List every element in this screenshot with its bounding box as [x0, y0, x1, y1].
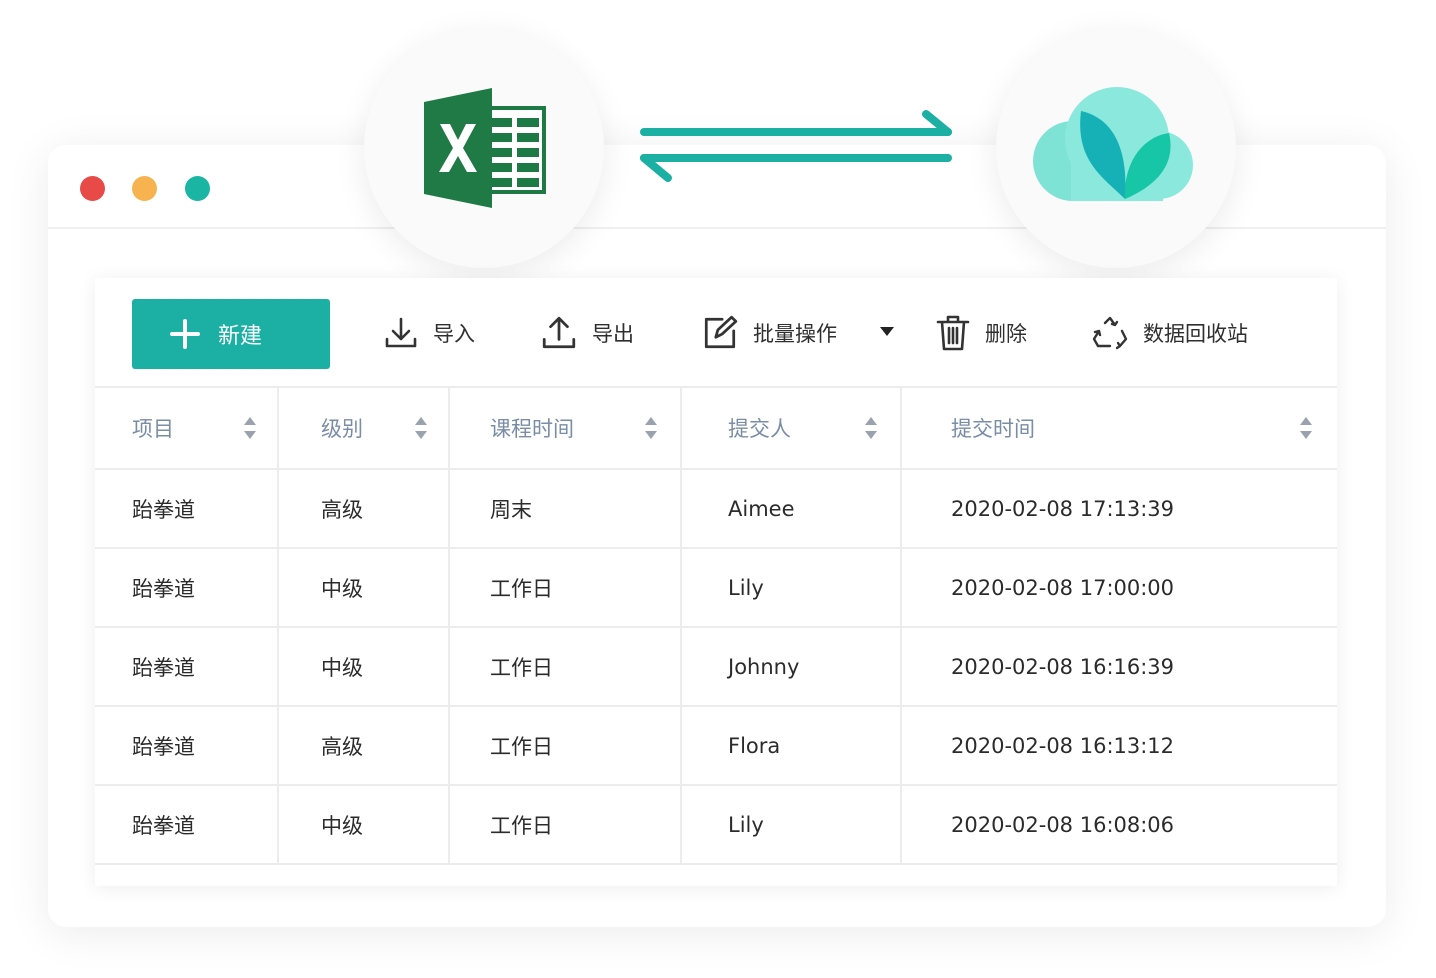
table-header-row: 项目 级别 课程时间 提交人 提交时间	[95, 388, 1337, 470]
sort-icon[interactable]	[414, 415, 428, 441]
data-panel: 新建 导入 导出 批量操作 删除 数据回收站 项目 级别 课程时间 提交人 提交…	[95, 278, 1337, 886]
edit-icon	[701, 314, 739, 352]
toolbar: 新建 导入 导出 批量操作 删除 数据回收站	[95, 278, 1337, 388]
column-header-label: 提交人	[728, 417, 791, 441]
records-table: 项目 级别 课程时间 提交人 提交时间 跆拳道 高级 周末 Aimee 2020…	[95, 388, 1337, 865]
close-window-dot[interactable]	[80, 176, 105, 201]
cell-course-time: 工作日	[449, 706, 682, 786]
cell-course-time: 工作日	[449, 627, 682, 707]
cell-submitter: Aimee	[681, 469, 902, 549]
column-header-project[interactable]: 项目	[95, 388, 279, 470]
table-row[interactable]: 跆拳道 中级 工作日 Lily 2020-02-08 17:00:00	[95, 548, 1337, 628]
cell-course-time: 周末	[449, 469, 682, 549]
cell-project: 跆拳道	[95, 706, 279, 786]
table-row[interactable]: 跆拳道 高级 周末 Aimee 2020-02-08 17:13:39	[95, 469, 1337, 549]
delete-label: 删除	[985, 322, 1027, 346]
column-header-submit-time[interactable]: 提交时间	[901, 388, 1337, 470]
cell-submitter: Johnny	[681, 627, 902, 707]
cell-project: 跆拳道	[95, 469, 279, 549]
trash-icon	[935, 314, 971, 352]
cell-submitter: Lily	[681, 785, 902, 865]
recycle-bin-button[interactable]: 数据回收站	[1091, 300, 1248, 366]
import-label: 导入	[433, 322, 475, 346]
recycle-icon	[1091, 315, 1129, 351]
column-header-course-time[interactable]: 课程时间	[449, 388, 682, 470]
plus-icon	[170, 319, 200, 349]
new-button[interactable]: 新建	[132, 299, 330, 369]
cell-submit-time: 2020-02-08 16:13:12	[901, 706, 1337, 786]
cell-submit-time: 2020-02-08 16:08:06	[901, 785, 1337, 865]
cloud-heart-logo-icon	[1033, 87, 1193, 201]
column-header-label: 课程时间	[490, 417, 574, 441]
export-label: 导出	[592, 322, 634, 346]
delete-button[interactable]: 删除	[935, 300, 1027, 366]
import-button[interactable]: 导入	[383, 300, 475, 366]
sync-arrows-icon	[640, 110, 952, 182]
column-header-label: 项目	[132, 417, 174, 441]
cell-submit-time: 2020-02-08 17:00:00	[901, 548, 1337, 628]
cell-course-time: 工作日	[449, 548, 682, 628]
cell-project: 跆拳道	[95, 627, 279, 707]
export-button[interactable]: 导出	[540, 300, 634, 366]
column-header-label: 级别	[321, 417, 363, 441]
caret-down-icon[interactable]	[879, 322, 895, 341]
download-icon	[383, 315, 419, 351]
cell-project: 跆拳道	[95, 785, 279, 865]
cell-level: 中级	[278, 785, 450, 865]
cell-project: 跆拳道	[95, 548, 279, 628]
sort-icon[interactable]	[644, 415, 658, 441]
cell-submit-time: 2020-02-08 16:16:39	[901, 627, 1337, 707]
sort-icon[interactable]	[1299, 415, 1313, 441]
cell-course-time: 工作日	[449, 785, 682, 865]
cell-level: 高级	[278, 706, 450, 786]
sort-icon[interactable]	[864, 415, 878, 441]
recycle-bin-label: 数据回收站	[1143, 322, 1248, 346]
excel-icon	[424, 88, 546, 208]
cell-level: 中级	[278, 627, 450, 707]
table-row[interactable]: 跆拳道 中级 工作日 Lily 2020-02-08 16:08:06	[95, 785, 1337, 865]
column-header-level[interactable]: 级别	[278, 388, 450, 470]
sort-icon[interactable]	[243, 415, 257, 441]
table-row[interactable]: 跆拳道 中级 工作日 Johnny 2020-02-08 16:16:39	[95, 627, 1337, 707]
cell-submitter: Flora	[681, 706, 902, 786]
cell-level: 高级	[278, 469, 450, 549]
cell-submit-time: 2020-02-08 17:13:39	[901, 469, 1337, 549]
table-row[interactable]: 跆拳道 高级 工作日 Flora 2020-02-08 16:13:12	[95, 706, 1337, 786]
cell-level: 中级	[278, 548, 450, 628]
excel-badge	[364, 28, 604, 268]
upload-icon	[540, 314, 578, 352]
column-header-label: 提交时间	[951, 417, 1035, 441]
column-header-submitter[interactable]: 提交人	[681, 388, 902, 470]
new-button-label: 新建	[218, 324, 263, 349]
minimize-window-dot[interactable]	[132, 176, 157, 201]
maximize-window-dot[interactable]	[185, 176, 210, 201]
batch-operation-button[interactable]: 批量操作	[701, 300, 837, 366]
cell-submitter: Lily	[681, 548, 902, 628]
batch-operation-label: 批量操作	[753, 322, 837, 346]
cloud-badge	[996, 28, 1236, 268]
